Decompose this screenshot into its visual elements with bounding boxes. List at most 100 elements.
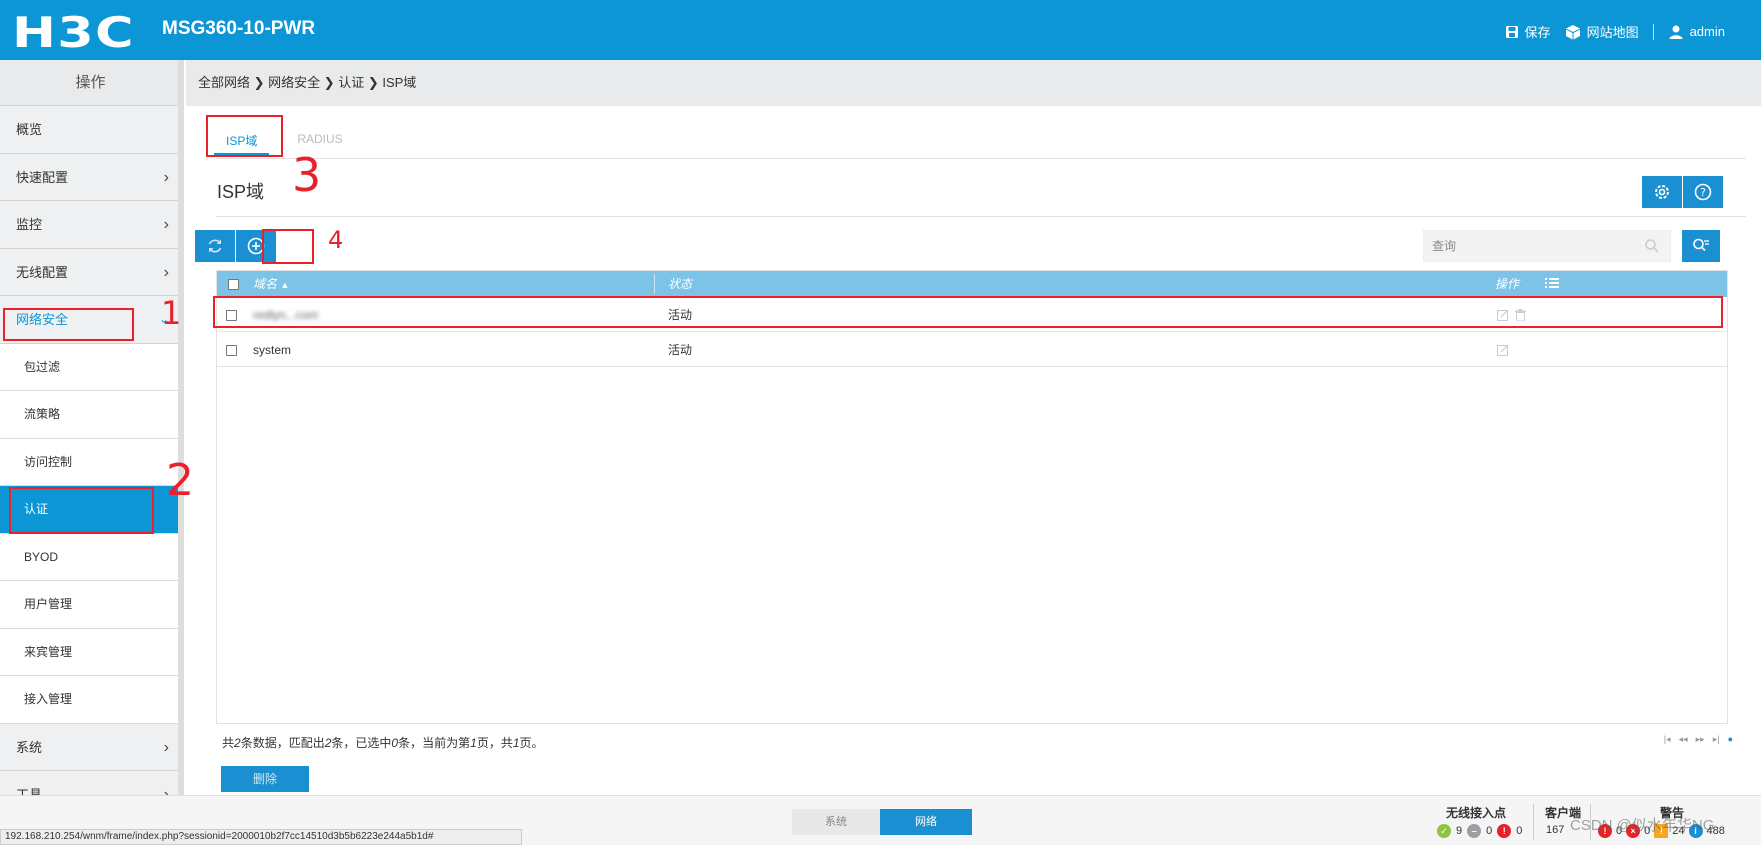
user-icon xyxy=(1669,25,1683,39)
segment-system[interactable]: 系统 xyxy=(792,809,880,835)
prev-page-icon[interactable]: ◂◂ xyxy=(1679,734,1688,745)
delete-button[interactable]: 删除 xyxy=(221,766,309,792)
sidebar-item-label: 监控 xyxy=(16,217,43,232)
sidebar-subitem-byod[interactable]: BYOD xyxy=(0,533,181,581)
help-icon: ? xyxy=(1694,183,1712,201)
chevron-right-icon: › xyxy=(163,263,169,281)
ap-offline-icon: – xyxy=(1467,824,1482,838)
user-menu[interactable]: admin xyxy=(1668,24,1725,40)
pagination-controls: |◂ ◂◂ ▸▸ ▸| ● xyxy=(1664,734,1733,745)
sidebar-item-label: 无线配置 xyxy=(16,264,69,280)
help-button[interactable]: ? xyxy=(1683,176,1723,208)
tabs-divider xyxy=(216,158,1746,159)
sidebar: 操作 概览 快速配置 › 监控 › 无线配置 › 网络安全 ⌄ 包过滤 流策略 访问控制… xyxy=(0,60,182,795)
chevron-right-icon: › xyxy=(163,738,169,756)
chevron-right-icon: › xyxy=(163,168,169,186)
save-icon xyxy=(1505,25,1518,38)
next-page-icon[interactable]: ▸▸ xyxy=(1696,734,1705,745)
annotation-number-4: 4 xyxy=(328,226,344,254)
browser-status-url: 192.168.210.254/wnm/frame/index.php?sess… xyxy=(0,829,522,845)
sidebar-item-label: 系统 xyxy=(16,739,43,755)
pager-pages: 1 xyxy=(512,736,520,750)
clients-stats: 167 xyxy=(1546,824,1564,836)
row-checkbox[interactable] xyxy=(226,345,237,356)
sidebar-subitem-user-management[interactable]: 用户管理 xyxy=(0,581,181,629)
sitemap-label: 网站地图 xyxy=(1586,25,1639,40)
column-menu-icon[interactable] xyxy=(1545,277,1559,292)
wireless-ap-stats: ✓ 9 –0 ! 0 xyxy=(1437,824,1522,838)
sidebar-subitem-access-control[interactable]: 访问控制 xyxy=(0,438,181,486)
sidebar-item-tools[interactable]: 工具 › xyxy=(0,771,181,795)
sidebar-item-system[interactable]: 系统 › xyxy=(0,723,181,771)
sidebar-item-monitor[interactable]: 监控 › xyxy=(0,201,181,249)
select-all-checkbox[interactable] xyxy=(228,279,239,290)
breadcrumb: 全部网络 ❯ 网络安全 ❯ 认证 ❯ ISP域 xyxy=(186,60,1761,106)
column-header-domain[interactable]: 域名 ▲ xyxy=(253,271,289,298)
annotation-box-authentication xyxy=(9,487,154,534)
device-model: MSG360-10-PWR xyxy=(162,18,316,39)
save-label: 保存 xyxy=(1524,25,1551,40)
annotation-number-2: 2 xyxy=(166,455,194,506)
pager-text: 页，共 xyxy=(476,736,513,750)
domain-name-cell: system xyxy=(253,343,292,357)
username-label: admin xyxy=(1689,24,1725,39)
sidebar-item-quick-config[interactable]: 快速配置 › xyxy=(0,153,181,201)
annotation-box-add-button xyxy=(262,229,314,264)
sidebar-subitem-guest-management[interactable]: 来宾管理 xyxy=(0,628,181,676)
table-header: 域名 ▲ 状态 操作 xyxy=(217,271,1727,297)
sidebar-scrollbar[interactable] xyxy=(178,60,184,795)
sidebar-title: 操作 xyxy=(0,60,181,106)
cube-icon xyxy=(1565,24,1580,39)
sitemap-button[interactable]: 网站地图 xyxy=(1565,22,1639,41)
sidebar-subitem-packet-filter[interactable]: 包过滤 xyxy=(0,343,181,391)
main-content: ISP域 RADIUS ISP域 ? 域名 ▲ 状态 操作 xyxy=(186,106,1761,795)
sidebar-subitem-access-management[interactable]: 接入管理 xyxy=(0,676,181,724)
sidebar-item-label: 概览 xyxy=(16,122,43,137)
sidebar-item-label: 快速配置 xyxy=(16,169,69,185)
ap-online-count[interactable]: 9 xyxy=(1456,825,1462,837)
annotation-box-network-security xyxy=(3,308,134,341)
column-separator xyxy=(654,274,655,294)
sidebar-item-wireless-config[interactable]: 无线配置 › xyxy=(0,248,181,296)
table-row[interactable]: system 活动 xyxy=(217,332,1727,367)
sidebar-item-label: 工具 xyxy=(16,787,43,795)
page-title: ISP域 xyxy=(217,182,265,202)
save-button[interactable]: 保存 xyxy=(1505,22,1551,41)
ap-online-icon: ✓ xyxy=(1437,824,1451,838)
refresh-button[interactable] xyxy=(195,230,235,262)
last-page-icon[interactable]: ▸| xyxy=(1713,734,1720,745)
sort-asc-icon: ▲ xyxy=(280,280,290,290)
refresh-icon xyxy=(208,239,222,253)
pager-text: 条，当前为第 xyxy=(398,736,471,750)
pager-text: 页。 xyxy=(519,736,544,750)
pager-text: 条，已选中 xyxy=(331,736,392,750)
edit-icon[interactable] xyxy=(1497,344,1509,359)
title-divider xyxy=(216,216,1746,217)
column-header-action: 操作 xyxy=(1495,277,1520,291)
segment-network[interactable]: 网络 xyxy=(880,809,972,835)
first-page-icon[interactable]: |◂ xyxy=(1664,734,1671,745)
annotation-number-3: 3 xyxy=(292,148,322,202)
csdn-watermark: CSDN @似水年华NG xyxy=(1570,817,1715,834)
ap-fault-count[interactable]: 0 xyxy=(1516,825,1522,837)
wireless-ap-heading: 无线接入点 xyxy=(1446,806,1507,820)
settings-button[interactable] xyxy=(1642,176,1682,208)
isp-domain-table: 域名 ▲ 状态 操作 redlyn...com 活动 system 活动 xyxy=(216,270,1728,724)
chevron-right-icon: › xyxy=(163,786,169,795)
pager-text: 共 xyxy=(222,736,235,750)
gear-icon xyxy=(1655,185,1669,199)
annotation-box-domain-row xyxy=(213,296,1723,328)
annotation-box-isp-tab xyxy=(206,115,283,157)
status-cell: 活动 xyxy=(668,343,693,357)
search-input[interactable] xyxy=(1424,231,1624,261)
location-pin-icon[interactable]: ● xyxy=(1728,734,1733,745)
clients-count[interactable]: 167 xyxy=(1546,824,1564,836)
column-header-status: 状态 xyxy=(668,277,693,291)
sidebar-item-overview[interactable]: 概览 xyxy=(0,106,181,154)
sidebar-subitem-flow-policy[interactable]: 流策略 xyxy=(0,391,181,439)
pager-text: 条数据，匹配出 xyxy=(240,736,325,750)
ap-offline-count[interactable]: 0 xyxy=(1486,825,1492,837)
advanced-search-button[interactable] xyxy=(1682,230,1720,262)
header-divider xyxy=(1652,23,1654,40)
chevron-right-icon: › xyxy=(163,216,169,233)
